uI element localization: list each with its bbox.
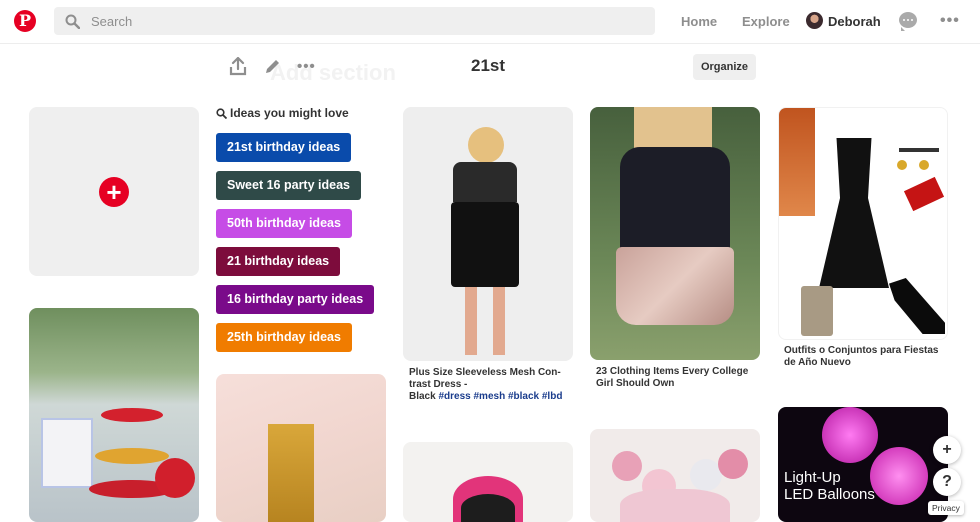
- earring-image: [919, 160, 929, 170]
- add-pin-tile[interactable]: +: [29, 107, 199, 276]
- pin-image-sequin-skirt[interactable]: [590, 107, 760, 360]
- framed-sign-image: [41, 418, 93, 488]
- red-hair-image: [779, 108, 815, 216]
- nav-home-link[interactable]: Home: [681, 14, 717, 29]
- pin-caption[interactable]: Outfits o Conjuntos para Fiestas de Año …: [784, 345, 944, 369]
- gold-arrow-image: [268, 424, 314, 522]
- pin-image-outfit-collage[interactable]: [778, 107, 948, 340]
- add-section-ghost-text: Add section: [270, 60, 396, 85]
- black-blouse-image: [620, 147, 730, 257]
- nail-polish-image: [801, 286, 833, 336]
- search-bar[interactable]: Search: [54, 7, 655, 35]
- model-head-image: [468, 127, 504, 163]
- model-leg-image: [493, 287, 505, 355]
- black-dress-image: [451, 202, 519, 287]
- search-icon: [216, 108, 228, 120]
- pin-hashtags[interactable]: #dress #mesh #black #lbd: [438, 391, 562, 402]
- balloon-cluster-image: [620, 489, 730, 522]
- idea-chip[interactable]: 21 birthday ideas: [216, 247, 341, 276]
- idea-chip[interactable]: 21st birthday ideas: [216, 133, 352, 162]
- search-icon: [65, 14, 80, 29]
- black-heels-image: [889, 278, 945, 334]
- top-navigation-bar: P Search Home Explore Deborah •••: [0, 0, 980, 44]
- pink-balloon-image: [718, 449, 748, 479]
- avatar[interactable]: [806, 12, 823, 29]
- edit-pencil-icon[interactable]: [263, 58, 281, 76]
- pin-caption[interactable]: 23 Clothing Items Every College Girl Sho…: [596, 366, 756, 390]
- red-bowl-image: [155, 458, 195, 498]
- tray-middle-image: [95, 448, 169, 464]
- board-title: 21st: [470, 56, 506, 75]
- flower-bouquet-base-image: [461, 494, 515, 522]
- messages-icon[interactable]: [899, 12, 917, 31]
- more-options-icon[interactable]: •••: [940, 12, 960, 30]
- idea-chip[interactable]: 50th birthday ideas: [216, 209, 352, 238]
- sequin-skirt-image: [616, 247, 734, 325]
- add-floating-button[interactable]: +: [933, 436, 961, 464]
- lipstick-image: [903, 176, 945, 212]
- tray-top-image: [101, 408, 163, 422]
- pin-caption-text: Plus Size Sleeveless Mesh Con-trast Dres…: [409, 367, 561, 390]
- nav-explore-link[interactable]: Explore: [742, 14, 790, 29]
- earring-image: [897, 160, 907, 170]
- ideas-heading-text: Ideas you might love: [230, 106, 349, 120]
- idea-chip[interactable]: 25th birthday ideas: [216, 323, 352, 352]
- mesh-top-image: [453, 162, 517, 202]
- board-more-icon[interactable]: •••: [297, 58, 316, 75]
- pin-caption-text: Black: [409, 391, 436, 402]
- search-input[interactable]: Search: [91, 14, 132, 29]
- glowing-balloon-image: [870, 447, 928, 505]
- pin-caption[interactable]: Plus Size Sleeveless Mesh Con-trast Dres…: [409, 367, 569, 403]
- idea-chip[interactable]: 16 birthday party ideas: [216, 285, 375, 314]
- pin-image-led-balloons[interactable]: Light-Up LED Balloons: [778, 407, 948, 522]
- pin-overlay-text: Light-Up LED Balloons: [784, 469, 875, 503]
- eyelashes-image: [899, 148, 939, 152]
- organize-button[interactable]: Organize: [693, 54, 756, 80]
- ideas-heading: Ideas you might love: [216, 106, 349, 120]
- idea-chip[interactable]: Sweet 16 party ideas: [216, 171, 361, 200]
- pin-image-balloons[interactable]: [590, 429, 760, 522]
- user-name-link[interactable]: Deborah: [828, 14, 881, 29]
- privacy-link[interactable]: Privacy: [928, 501, 964, 515]
- pin-image-flowers[interactable]: [403, 442, 573, 522]
- model-leg-image: [465, 287, 477, 355]
- share-icon[interactable]: [229, 57, 247, 76]
- pin-image-gold-arrow[interactable]: [216, 374, 386, 522]
- pin-image-dessert-table[interactable]: [29, 308, 199, 522]
- add-pin-plus-icon[interactable]: +: [99, 177, 129, 207]
- pin-image-mesh-dress[interactable]: [403, 107, 573, 361]
- glowing-balloon-image: [822, 407, 878, 463]
- help-floating-button[interactable]: ?: [933, 468, 961, 496]
- pink-balloon-image: [612, 451, 642, 481]
- pinterest-logo-icon[interactable]: P: [14, 10, 36, 32]
- black-dress-image: [819, 138, 889, 288]
